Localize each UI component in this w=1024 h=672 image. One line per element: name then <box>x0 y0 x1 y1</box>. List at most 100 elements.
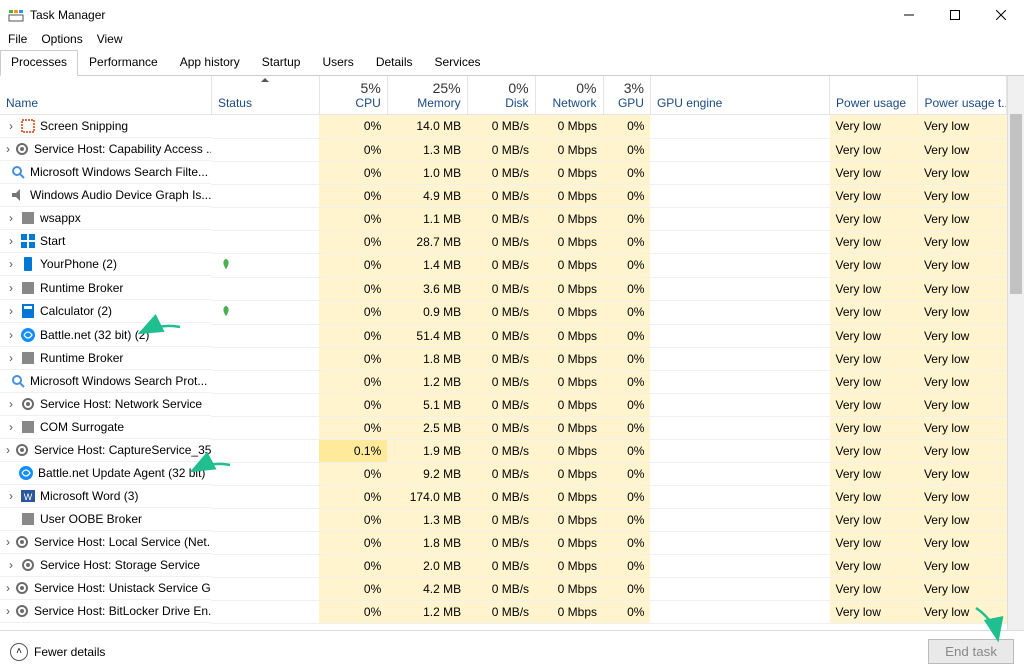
expand-chevron-icon[interactable]: › <box>6 234 16 248</box>
table-row[interactable]: ›Service Host: Local Service (Net...0%1.… <box>0 531 1007 554</box>
process-name-cell[interactable]: ›Service Host: Capability Access ... <box>0 138 211 161</box>
expand-chevron-icon[interactable]: › <box>6 535 10 549</box>
table-row[interactable]: User OOBE Broker0%1.3 MB0 MB/s0 Mbps0%Ve… <box>0 508 1007 531</box>
table-row[interactable]: Microsoft Windows Search Filte...0%1.0 M… <box>0 161 1007 184</box>
process-name-cell[interactable]: ›wsappx <box>0 207 211 230</box>
tab-processes[interactable]: Processes <box>0 50 78 76</box>
process-name-cell[interactable]: ›Service Host: Unistack Service G... <box>0 577 211 600</box>
phone-icon <box>20 256 36 272</box>
menu-view[interactable]: View <box>97 32 123 46</box>
expand-chevron-icon[interactable]: › <box>6 581 10 595</box>
process-name-cell[interactable]: Microsoft Windows Search Filte... <box>0 161 211 184</box>
table-row[interactable]: Microsoft Windows Search Prot...0%1.2 MB… <box>0 370 1007 393</box>
maximize-button[interactable] <box>932 0 978 30</box>
expand-chevron-icon[interactable]: › <box>6 489 16 503</box>
expand-chevron-icon[interactable]: › <box>6 142 10 156</box>
column-header-memory[interactable]: 25%Memory <box>387 76 467 115</box>
table-row[interactable]: ›Calculator (2)0%0.9 MB0 MB/s0 Mbps0%Ver… <box>0 300 1007 324</box>
table-row[interactable]: ›Service Host: Storage Service0%2.0 MB0 … <box>0 554 1007 577</box>
expand-chevron-icon[interactable]: › <box>6 119 16 133</box>
expand-chevron-icon[interactable]: › <box>6 351 16 365</box>
table-row[interactable]: Battle.net Update Agent (32 bit)0%9.2 MB… <box>0 462 1007 485</box>
table-row[interactable]: ›Service Host: Capability Access ...0%1.… <box>0 138 1007 161</box>
process-name-cell[interactable]: ›Runtime Broker <box>0 277 211 300</box>
expand-chevron-icon[interactable]: › <box>6 397 16 411</box>
tab-performance[interactable]: Performance <box>78 50 169 75</box>
expand-chevron-icon[interactable]: › <box>6 281 16 295</box>
table-row[interactable]: ›Service Host: Network Service0%5.1 MB0 … <box>0 393 1007 416</box>
process-name-cell[interactable]: ›Calculator (2) <box>0 300 211 323</box>
process-name-cell[interactable]: Battle.net Update Agent (32 bit) <box>0 462 211 485</box>
scrollbar-thumb[interactable] <box>1010 114 1022 294</box>
column-header-name[interactable]: Name <box>0 76 211 115</box>
gpu-cell: 0% <box>603 416 650 439</box>
table-row[interactable]: ›COM Surrogate0%2.5 MB0 MB/s0 Mbps0%Very… <box>0 416 1007 439</box>
column-header-disk[interactable]: 0%Disk <box>467 76 535 115</box>
expand-chevron-icon[interactable]: › <box>6 558 16 572</box>
process-name-cell[interactable]: ›Service Host: Network Service <box>0 393 211 416</box>
table-row[interactable]: ›Screen Snipping0%14.0 MB0 MB/s0 Mbps0%V… <box>0 115 1007 139</box>
menu-file[interactable]: File <box>8 32 27 46</box>
table-row[interactable]: ›Service Host: CaptureService_35...0.1%1… <box>0 439 1007 462</box>
status-cell <box>211 462 319 485</box>
table-row[interactable]: ›wsappx0%1.1 MB0 MB/s0 Mbps0%Very lowVer… <box>0 207 1007 230</box>
menu-options[interactable]: Options <box>41 32 82 46</box>
process-name-cell[interactable]: Windows Audio Device Graph Is... <box>0 184 211 207</box>
column-header-cpu[interactable]: 5%CPU <box>319 76 387 115</box>
tab-users[interactable]: Users <box>311 50 364 75</box>
expand-chevron-icon[interactable]: › <box>6 443 10 457</box>
vertical-scrollbar[interactable] <box>1007 76 1024 630</box>
close-button[interactable] <box>978 0 1024 30</box>
expand-chevron-icon[interactable]: › <box>6 304 16 318</box>
table-row[interactable]: ›Service Host: Unistack Service G...0%4.… <box>0 577 1007 600</box>
fewer-details-button[interactable]: ˄ Fewer details <box>10 643 105 661</box>
column-header-status[interactable]: Status <box>211 76 319 115</box>
process-name-cell[interactable]: ›COM Surrogate <box>0 416 211 439</box>
process-name-cell[interactable]: ›Service Host: Storage Service <box>0 554 211 577</box>
process-name-cell[interactable]: ›Start <box>0 230 211 253</box>
column-header-power-usage-t-[interactable]: Power usage t... <box>918 76 1007 115</box>
process-name-cell[interactable]: ›Battle.net (32 bit) (2) <box>0 324 211 347</box>
table-row[interactable]: ›Service Host: BitLocker Drive En...0%1.… <box>0 600 1007 623</box>
process-name-cell[interactable]: ›Service Host: CaptureService_35... <box>0 439 211 462</box>
expand-chevron-icon[interactable]: › <box>6 257 16 271</box>
tab-services[interactable]: Services <box>424 50 492 75</box>
column-header-network[interactable]: 0%Network <box>535 76 603 115</box>
process-name-cell[interactable]: ›Service Host: BitLocker Drive En... <box>0 600 211 623</box>
expand-chevron-icon[interactable]: › <box>6 604 10 618</box>
table-row[interactable]: ›Start0%28.7 MB0 MB/s0 Mbps0%Very lowVer… <box>0 230 1007 253</box>
process-name-cell[interactable]: User OOBE Broker <box>0 508 211 531</box>
column-header-gpu-engine[interactable]: GPU engine <box>650 76 829 115</box>
network-cell: 0 Mbps <box>535 554 603 577</box>
process-name-cell[interactable]: ›YourPhone (2) <box>0 253 211 276</box>
tab-startup[interactable]: Startup <box>251 50 312 75</box>
expand-chevron-icon[interactable]: › <box>6 420 16 434</box>
table-row[interactable]: ›Battle.net (32 bit) (2)0%51.4 MB0 MB/s0… <box>0 324 1007 347</box>
search-icon <box>10 164 26 180</box>
end-task-button[interactable]: End task <box>928 639 1014 664</box>
table-row[interactable]: Windows Audio Device Graph Is...0%4.9 MB… <box>0 184 1007 207</box>
tab-app-history[interactable]: App history <box>169 50 251 75</box>
table-row[interactable]: ›WMicrosoft Word (3)0%174.0 MB0 MB/s0 Mb… <box>0 485 1007 508</box>
gpu-engine-cell <box>650 416 829 439</box>
table-row[interactable]: ›Runtime Broker0%3.6 MB0 MB/s0 Mbps0%Ver… <box>0 277 1007 300</box>
status-cell <box>211 416 319 439</box>
network-cell: 0 Mbps <box>535 600 603 623</box>
process-name-cell[interactable]: ›WMicrosoft Word (3) <box>0 485 211 508</box>
minimize-button[interactable] <box>886 0 932 30</box>
power-usage-cell: Very low <box>830 161 918 184</box>
power-usage-cell: Very low <box>830 347 918 370</box>
column-header-power-usage[interactable]: Power usage <box>830 76 918 115</box>
column-header-gpu[interactable]: 3%GPU <box>603 76 650 115</box>
table-row[interactable]: ›YourPhone (2)0%1.4 MB0 MB/s0 Mbps0%Very… <box>0 253 1007 277</box>
process-name-cell[interactable]: ›Screen Snipping <box>0 115 211 138</box>
tab-details[interactable]: Details <box>365 50 424 75</box>
process-name-cell[interactable]: ›Runtime Broker <box>0 347 211 370</box>
window-title: Task Manager <box>30 8 886 22</box>
expand-chevron-icon[interactable]: › <box>6 211 16 225</box>
process-name-cell[interactable]: ›Service Host: Local Service (Net... <box>0 531 211 554</box>
process-name-cell[interactable]: Microsoft Windows Search Prot... <box>0 370 211 393</box>
expand-chevron-icon[interactable]: › <box>6 328 16 342</box>
table-row[interactable]: ›Runtime Broker0%1.8 MB0 MB/s0 Mbps0%Ver… <box>0 347 1007 370</box>
menubar: File Options View <box>0 30 1024 48</box>
